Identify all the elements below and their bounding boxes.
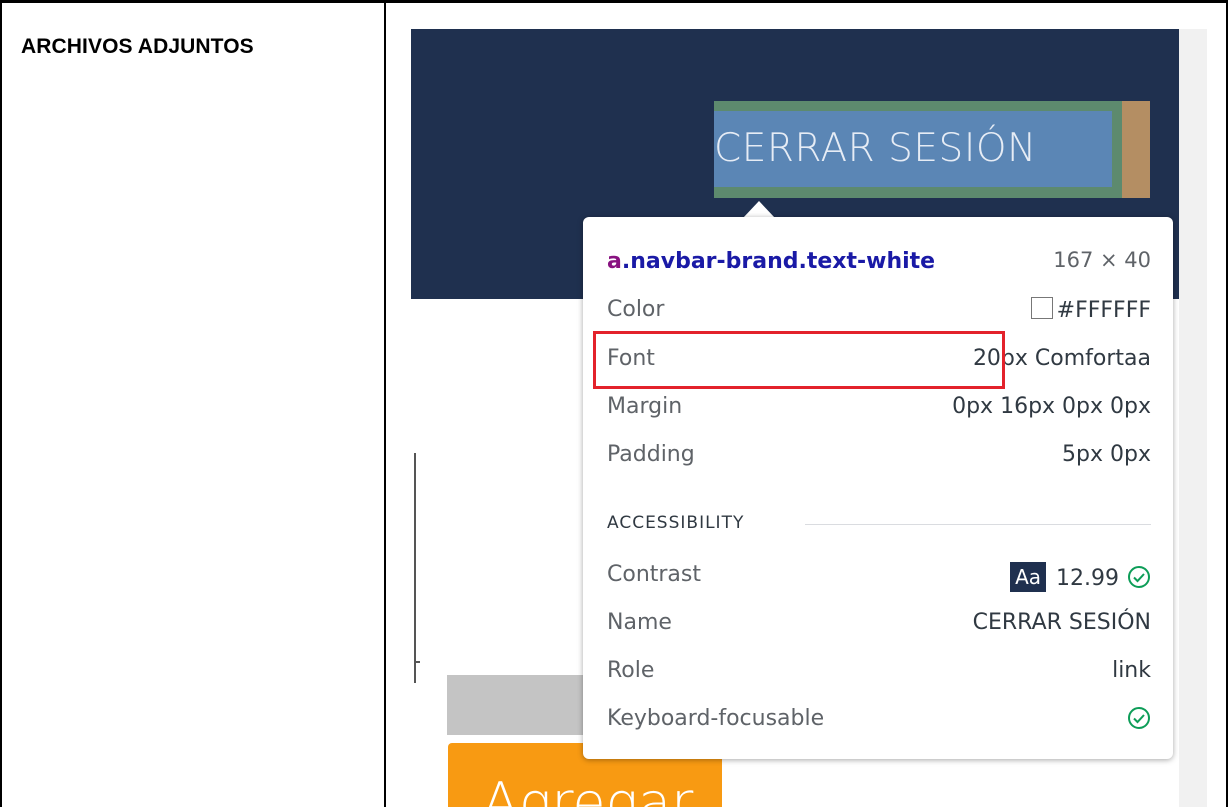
color-label: Color [607,297,665,322]
padding-row: Padding 5px 0px [607,442,1151,474]
font-highlight-annotation [593,331,1005,389]
element-size: 167 × 40 [1053,248,1151,272]
margin-row: Margin 0px 16px 0px 0px [607,394,1151,426]
scrollbar-gutter[interactable] [1179,29,1207,807]
selector-classes: .navbar-brand.text-white [621,249,936,274]
color-row: Color #FFFFFF [607,297,1151,329]
keyboard-focusable-row: Keyboard-focusable [607,706,1151,738]
table-border-left [0,0,2,807]
page-vertical-line [414,453,416,683]
color-value: #FFFFFF [1056,298,1151,323]
attachments-heading: ARCHIVOS ADJUNTOS [21,35,254,58]
margin-label: Margin [607,394,683,419]
add-button-label: Agregar [482,771,694,807]
contrast-badge: Aa [1010,562,1047,592]
contrast-label: Contrast [607,562,702,587]
color-swatch-icon [1030,297,1053,319]
table-border-top [0,0,1228,3]
document-table: ARCHIVOS ADJUNTOS CERRAR SESIÓN Agregar … [0,0,1228,807]
padding-value: 5px 0px [1062,442,1151,467]
embedded-screenshot: CERRAR SESIÓN Agregar a.navbar-brand.tex… [411,29,1207,807]
padding-label: Padding [607,442,695,467]
page-line-tick [414,661,420,663]
accessibility-heading: ACCESSIBILITY [607,513,745,533]
role-value: link [1112,658,1151,683]
tooltip-arrow [743,201,775,218]
accessibility-divider [805,524,1151,525]
contrast-row: Contrast Aa 12.99 [607,562,1151,594]
element-selector: a.navbar-brand.text-white [607,249,935,274]
check-circle-icon [1128,707,1150,729]
name-row: Name CERRAR SESIÓN [607,610,1151,642]
selector-tag: a [607,249,622,274]
check-circle-icon [1128,566,1150,588]
contrast-value: 12.99 [1056,566,1119,591]
margin-value: 0px 16px 0px 0px [952,394,1151,419]
name-value: CERRAR SESIÓN [972,610,1151,635]
name-label: Name [607,610,672,635]
devtools-inspect-tooltip: a.navbar-brand.text-white 167 × 40 Color… [583,217,1173,759]
logout-link[interactable]: CERRAR SESIÓN [714,111,1112,187]
keyboard-focusable-label: Keyboard-focusable [607,706,825,731]
role-row: Role link [607,658,1151,690]
table-column-divider [384,0,386,807]
role-label: Role [607,658,655,683]
